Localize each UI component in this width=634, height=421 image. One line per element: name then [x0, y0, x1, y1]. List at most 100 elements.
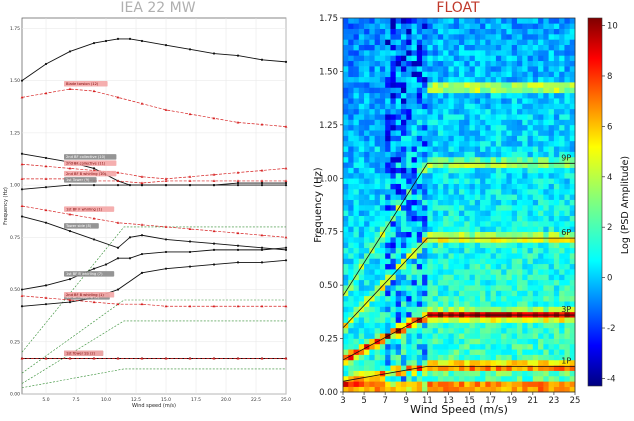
heatmap-cell: [469, 210, 476, 216]
heatmap-cell: [548, 338, 555, 345]
heatmap-cell: [411, 237, 418, 243]
heatmap-cell: [369, 210, 375, 216]
heatmap-cell: [353, 242, 360, 249]
heatmap-cell: [464, 199, 470, 206]
heatmap-cell: [553, 370, 560, 377]
heatmap-cell: [369, 76, 375, 83]
heatmap-cell: [395, 39, 402, 46]
heatmap-cell: [480, 258, 486, 265]
heatmap-cell: [543, 18, 549, 24]
heatmap-cell: [490, 327, 497, 334]
heatmap-cell: [369, 221, 375, 227]
heatmap-cell: [506, 370, 513, 377]
heatmap-cell: [358, 34, 365, 40]
left-series-marker: [284, 248, 288, 251]
heatmap-cell: [459, 60, 465, 67]
heatmap-cell: [543, 87, 549, 94]
heatmap-cell: [411, 306, 418, 313]
heatmap-cell: [469, 338, 476, 345]
heatmap-cell: [538, 386, 544, 393]
heatmap-cell: [469, 301, 476, 307]
heatmap-cell: [343, 210, 349, 216]
heatmap-cell: [517, 130, 523, 136]
heatmap-cell: [522, 333, 528, 339]
heatmap-cell: [553, 269, 560, 275]
left-series-marker: [104, 39, 108, 43]
heatmap-cell: [374, 279, 381, 286]
heatmap-cell: [532, 39, 539, 46]
heatmap-cell: [364, 199, 370, 206]
heatmap-cell: [543, 370, 549, 377]
heatmap-cell: [348, 124, 354, 131]
heatmap-cell: [369, 108, 375, 115]
heatmap-cell: [443, 221, 449, 227]
heatmap-cell: [411, 34, 418, 40]
heatmap-cell: [390, 178, 397, 184]
heatmap-cell: [543, 322, 549, 329]
heatmap-cell: [511, 140, 518, 147]
heatmap-cell: [427, 295, 433, 302]
heatmap-cell: [495, 108, 502, 115]
heatmap-cell: [474, 269, 481, 275]
heatmap-cell: [416, 386, 423, 393]
heatmap-cell: [559, 108, 565, 115]
heatmap-cell: [422, 322, 428, 329]
heatmap-cell: [422, 194, 428, 200]
left-series-marker: [128, 236, 132, 239]
heatmap-cell: [385, 140, 391, 147]
heatmap-cell: [548, 263, 555, 270]
heatmap-cell: [453, 215, 460, 222]
heatmap-cell: [506, 306, 513, 313]
heatmap-cell: [390, 301, 397, 307]
heatmap-cell: [538, 76, 544, 83]
heatmap-cell: [501, 295, 507, 302]
heatmap-cell: [374, 215, 381, 222]
heatmap-cell: [522, 194, 528, 200]
heatmap-cell: [358, 82, 365, 88]
heatmap-cell: [437, 124, 444, 131]
heatmap-cell: [532, 279, 539, 286]
heatmap-cell: [464, 87, 470, 94]
heatmap-cell: [553, 359, 560, 366]
heatmap-cell: [448, 199, 455, 206]
heatmap-cell: [559, 285, 565, 291]
heatmap-cell: [432, 156, 439, 163]
heatmap-cell: [553, 194, 560, 200]
left-series-marker: [44, 303, 48, 306]
heatmap-cell: [564, 140, 571, 147]
heatmap-cell: [364, 247, 370, 254]
heatmap-cell: [543, 343, 549, 350]
heatmap-cell: [453, 18, 460, 24]
heatmap-cell: [374, 114, 381, 120]
heatmap-cell: [385, 381, 391, 387]
heatmap-cell: [427, 247, 433, 254]
heatmap-cell: [406, 221, 412, 227]
heatmap-cell: [406, 375, 412, 382]
heatmap-cell: [522, 199, 528, 206]
heatmap-cell: [490, 66, 497, 72]
heatmap-cell: [480, 210, 486, 216]
heatmap-cell: [406, 146, 412, 152]
heatmap-cell: [495, 375, 502, 382]
heatmap-cell: [427, 279, 433, 286]
heatmap-cell: [385, 349, 391, 355]
heatmap-cell: [453, 263, 460, 270]
heatmap-cell: [485, 39, 491, 46]
heatmap-cell: [495, 119, 502, 126]
heatmap-cell: [464, 215, 470, 222]
heatmap-cell: [401, 354, 407, 361]
heatmap-cell: [522, 172, 528, 179]
heatmap-cell: [369, 98, 375, 104]
heatmap-cell: [522, 178, 528, 184]
heatmap-cell: [522, 39, 528, 46]
heatmap-cell: [495, 39, 502, 46]
heatmap-cell: [538, 274, 544, 281]
heatmap-cell: [406, 28, 412, 35]
heatmap-cell: [527, 306, 534, 313]
heatmap-cell: [379, 327, 386, 334]
heatmap-cell: [474, 76, 481, 83]
heatmap-cell: [569, 130, 576, 136]
heatmap-cell: [506, 114, 513, 120]
heatmap-cell: [422, 226, 428, 233]
heatmap-cell: [495, 359, 502, 366]
